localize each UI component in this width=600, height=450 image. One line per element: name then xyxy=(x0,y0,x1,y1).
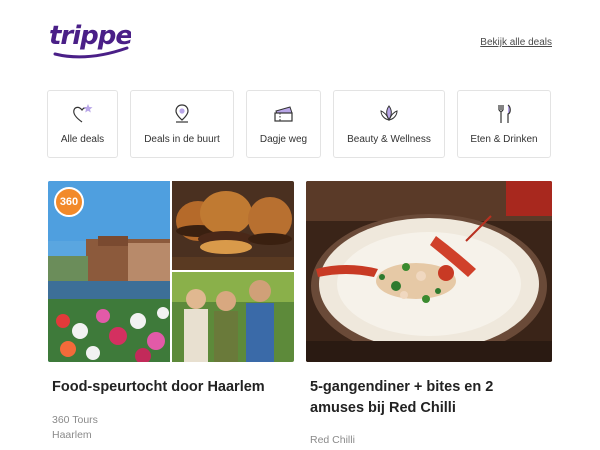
deal-title[interactable]: Food-speurtocht door Haarlem xyxy=(52,377,288,398)
category-label: Deals in de buurt xyxy=(144,134,220,145)
fork-knife-icon xyxy=(498,104,511,123)
category-label: Eten & Drinken xyxy=(470,134,538,145)
all-deals-link[interactable]: Bekijk alle deals xyxy=(480,37,552,48)
category-food-drinks[interactable]: Eten & Drinken xyxy=(457,90,551,158)
dish-photo xyxy=(306,181,552,362)
deal-image[interactable]: 360 xyxy=(48,181,294,362)
category-label: Dagje weg xyxy=(259,134,308,145)
deal-provider: Red Chilli xyxy=(310,434,355,446)
deal-photo-collage xyxy=(48,181,294,362)
category-label: Alle deals xyxy=(60,134,105,145)
category-nearby[interactable]: Deals in de buurt xyxy=(130,90,234,158)
category-day-out[interactable]: Dagje weg xyxy=(246,90,321,158)
lotus-icon xyxy=(380,105,398,121)
heart-star-icon xyxy=(72,104,92,123)
ticket-icon xyxy=(273,106,293,122)
tripper-logo[interactable]: tripper xyxy=(47,16,131,62)
deal-image[interactable] xyxy=(306,181,552,362)
deal-location: Haarlem xyxy=(52,429,92,441)
category-label: Beauty & Wellness xyxy=(347,134,431,145)
deal-provider: 360 Tours xyxy=(52,414,98,426)
location-pin-icon xyxy=(175,104,189,123)
category-beauty-wellness[interactable]: Beauty & Wellness xyxy=(333,90,445,158)
svg-text:tripper: tripper xyxy=(49,21,131,51)
category-all-deals[interactable]: Alle deals xyxy=(47,90,118,158)
deal-title[interactable]: 5-gangendiner + bites en 2 amuses bij Re… xyxy=(310,377,546,419)
360-tours-badge: 360 xyxy=(54,187,84,217)
header: tripper Bekijk alle deals xyxy=(0,0,600,80)
